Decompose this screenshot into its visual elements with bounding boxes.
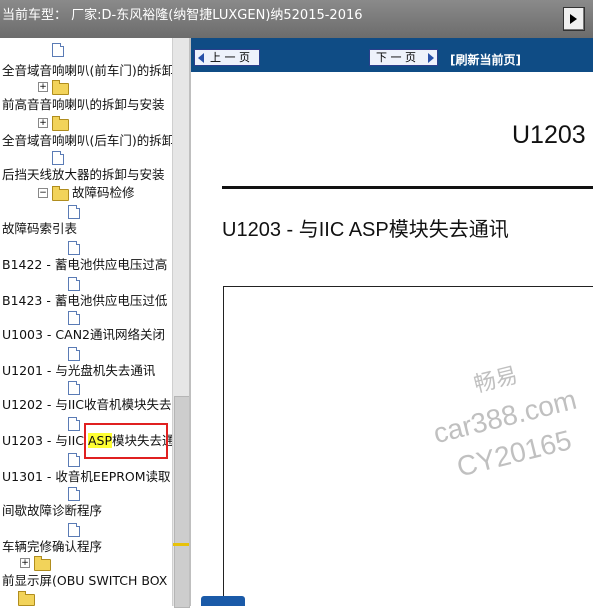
document-code-heading: U1203: [512, 121, 586, 149]
document-icon: [68, 205, 80, 219]
tree-scrollbar[interactable]: [172, 38, 190, 608]
folder-icon: [52, 116, 69, 131]
previous-page-button[interactable]: 上 一 页: [194, 49, 260, 66]
annotation-highlight-box: [84, 423, 168, 459]
tree-item-label: 故障码检修: [72, 185, 135, 200]
expand-plus-icon[interactable]: +: [38, 118, 48, 128]
title-bar: 当前车型： 厂家:D-东风裕隆(纳智捷LUXGEN)纳52015-2016: [0, 0, 593, 39]
heading-rule: [222, 186, 593, 189]
document-title: U1203 - 与IIC ASP模块失去通讯: [222, 219, 509, 241]
tree-item-label: B1423 - 蓄电池供应电压过低: [2, 293, 168, 308]
tree-item-label: 前显示屏(OBU SWITCH BOX: [2, 573, 168, 588]
collapse-minus-icon[interactable]: −: [38, 188, 48, 198]
document-icon: [68, 241, 80, 255]
document-viewer: 上 一 页 下 一 页 [刷新当前页] U1203 U1203 - 与IIC A…: [191, 38, 593, 606]
expand-plus-icon[interactable]: +: [20, 558, 30, 568]
tree-item-label: U1202 - 与IIC收音机模块失去: [2, 397, 172, 412]
tree-item-label: U1201 - 与光盘机失去通讯: [2, 363, 156, 378]
tree-item-label: 全音域音响喇叭(前车门)的拆卸: [2, 63, 172, 78]
arrow-left-icon: [198, 53, 204, 63]
tree-item-label: U1203 - 与IIC: [2, 433, 88, 448]
scrollbar-thumb[interactable]: [174, 396, 190, 608]
toggle-panel-button[interactable]: [563, 7, 585, 31]
bottom-tab[interactable]: [201, 596, 245, 606]
open-folder-icon: [52, 186, 69, 201]
document-icon: [68, 417, 80, 431]
tree-item-label: 前高音音响喇叭的拆卸与安装: [2, 97, 165, 112]
folder-icon: [34, 556, 51, 571]
folder-icon: [18, 591, 35, 606]
document-icon: [68, 523, 80, 537]
tree-item-label: U1301 - 收音机EEPROM读取: [2, 469, 171, 484]
current-vehicle-title: 当前车型： 厂家:D-东风裕隆(纳智捷LUXGEN)纳52015-2016: [2, 8, 363, 23]
tree-panel: 全音域音响喇叭(前车门)的拆卸 + 前高音音响喇叭的拆卸与安装 + 全音域音响喇…: [0, 38, 172, 606]
refresh-page-link[interactable]: [刷新当前页]: [450, 51, 521, 68]
document-icon: [68, 381, 80, 395]
document-icon: [52, 151, 64, 165]
document-icon: [68, 311, 80, 325]
tree-item-label: 故障码索引表: [2, 221, 78, 236]
tree-item-label: 车辆完修确认程序: [2, 539, 103, 554]
tree-item-label: 全音域音响喇叭(后车门)的拆卸: [2, 133, 172, 148]
document-icon: [68, 487, 80, 501]
tree-item-label: B1422 - 蓄电池供应电压过高: [2, 257, 168, 272]
page-navigation-bar: 上 一 页 下 一 页 [刷新当前页]: [191, 38, 593, 72]
document-icon: [68, 347, 80, 361]
document-icon: [68, 277, 80, 291]
document-icon: [68, 453, 80, 467]
scroll-position-marker: [173, 543, 190, 546]
arrow-right-icon: [428, 53, 434, 63]
folder-icon: [52, 80, 69, 95]
expand-plus-icon[interactable]: +: [38, 82, 48, 92]
tree-item-label: U1003 - CAN2通讯网络关闭: [2, 327, 166, 342]
next-page-button[interactable]: 下 一 页: [369, 49, 438, 66]
tree-item-label: 间歇故障诊断程序: [2, 503, 103, 518]
tree-item-label: 后挡天线放大器的拆卸与安装: [2, 167, 165, 182]
document-icon: [52, 43, 64, 57]
